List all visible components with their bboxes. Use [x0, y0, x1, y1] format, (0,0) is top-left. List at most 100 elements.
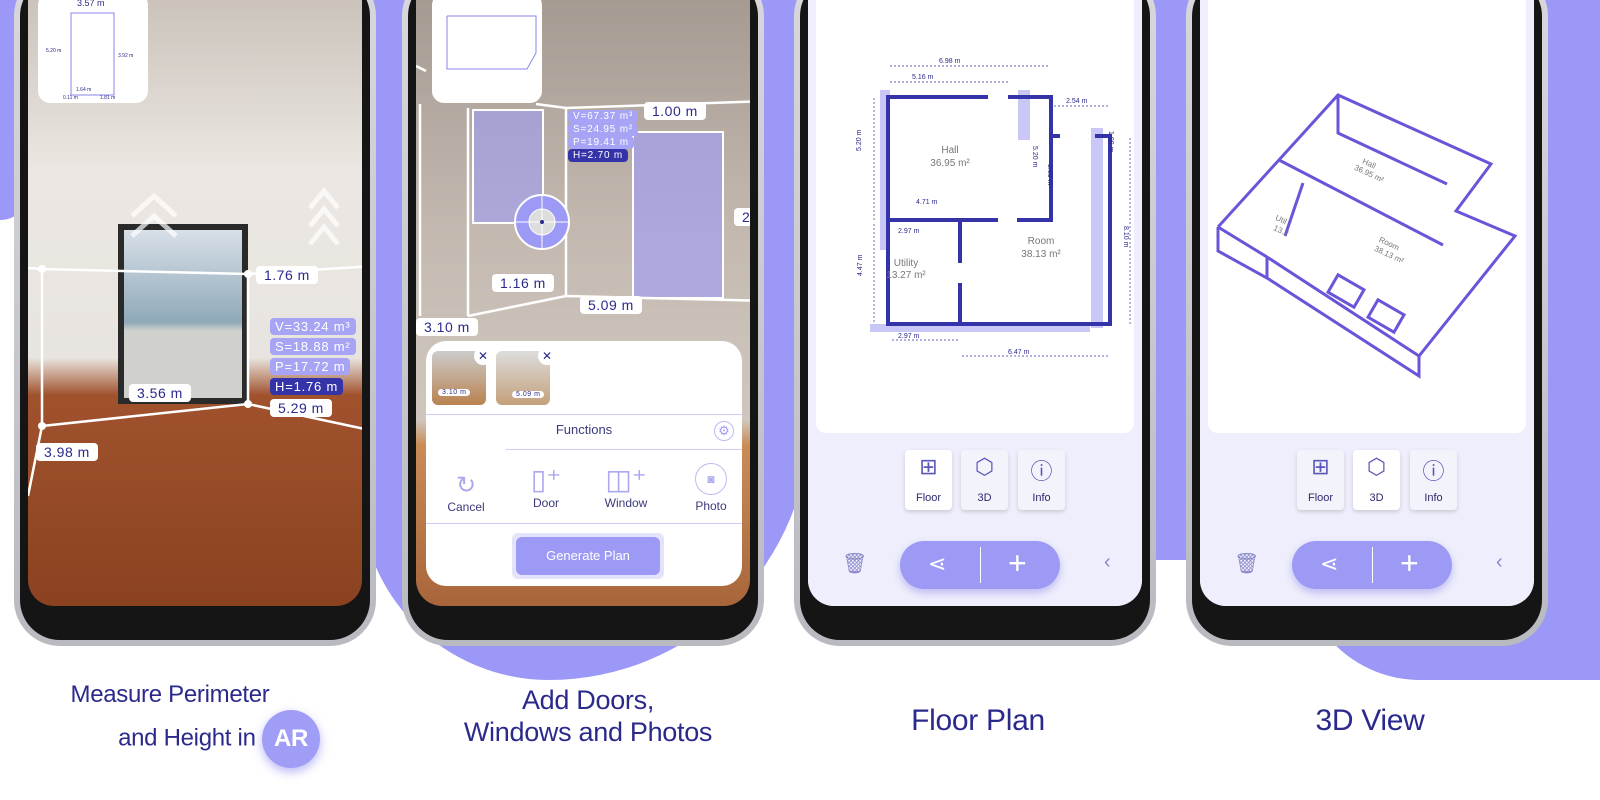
ar-camera-view: V=67.37 m³ S=24.95 m² P=19.41 m H=2.70 m…	[416, 0, 750, 606]
cube-3d-icon: ⬡	[1366, 454, 1387, 479]
action-pill: ⋖ +	[900, 541, 1060, 589]
info-icon: ⓘ	[1030, 459, 1053, 484]
measure-label[interactable]: 3.56 m	[129, 384, 191, 402]
measure-label[interactable]: 5.29 m	[270, 399, 332, 417]
dim-label: 3.63 m	[1046, 164, 1053, 186]
floor-plan-icon: ⊞	[919, 454, 938, 479]
photo-thumbnail[interactable]: 3.10 m ✕	[432, 347, 492, 405]
phone-3d-view: Hall 36.95 m² Room 38.13 m² Util 13.2 ⊞ Floo…	[1186, 0, 1548, 646]
back-chevron-icon[interactable]: ‹	[1104, 551, 1111, 574]
dim-label: 1.99 m	[1107, 131, 1114, 153]
action-pill: ⋖ +	[1292, 541, 1452, 589]
camera-icon: ◙	[695, 463, 727, 495]
photo-thumbnail[interactable]: 5.09 m ✕	[496, 347, 556, 405]
measure-label[interactable]: 1.00 m	[644, 102, 706, 120]
dim-label: 4.71 m	[916, 199, 938, 206]
add-icon[interactable]: +	[1008, 545, 1027, 582]
3d-view-screen: Hall 36.95 m² Room 38.13 m² Util 13.2 ⊞ Floo…	[1200, 0, 1534, 606]
add-door-button[interactable]: ▯⁺ Door	[511, 463, 581, 510]
dim-label: 4.47 m	[857, 254, 864, 276]
dim-label: 6.98 m	[939, 58, 961, 65]
dim-label: 1.81 m	[100, 95, 116, 101]
dim-label: 1.64 m	[76, 87, 92, 93]
3d-model-drawing: Hall36.95 m² Room38.13 m² Util13.2	[1216, 93, 1518, 379]
tab-floor[interactable]: ⊞ Floor	[1297, 450, 1344, 510]
floor-plan-drawing: 6.98 m 5.16 m 2.54 m 5.20 m 5.20 m 3.63 m…	[856, 58, 1131, 357]
dim-label: 3.57 m	[76, 0, 106, 8]
floor-plan-canvas: 6.98 m 5.16 m 2.54 m 5.20 m 5.20 m 3.63 m…	[816, 0, 1134, 433]
room-name: Room	[1028, 236, 1055, 247]
volume-stat: V=33.24 m³	[270, 318, 356, 335]
caption-3d-view: 3D View	[1315, 704, 1425, 737]
window-plus-icon: ◫⁺	[605, 464, 647, 495]
door-plus-icon: ▯⁺	[530, 464, 562, 495]
dim-label: 8.10 m	[1122, 226, 1129, 248]
move-up-arrows-icon	[130, 187, 340, 246]
3d-view-canvas: Hall 36.95 m² Room 38.13 m² Util 13.2	[1208, 0, 1526, 433]
dim-label: 5.20 m	[46, 48, 62, 54]
functions-panel: 3.10 m ✕ 5.09 m ✕ Functions ⚙ ↻ Cancel ▯⁺ Do…	[426, 341, 742, 586]
measure-label[interactable]: 3.10 m	[416, 318, 478, 336]
share-icon[interactable]: ⋖	[928, 551, 946, 577]
back-chevron-icon[interactable]: ‹	[1496, 551, 1503, 574]
measure-label[interactable]: 1.16 m	[492, 274, 554, 292]
ar-badge: AR	[262, 710, 320, 768]
bottom-toolbar: ⊞ Floor ⬡ 3D ⓘ Info 🗑 ⋖ + ‹	[808, 433, 1142, 606]
dim-label: 3.92 m	[118, 53, 134, 59]
settings-gear-icon[interactable]: ⚙	[714, 421, 734, 441]
functions-title: Functions	[555, 422, 613, 437]
thumb-label: 5.09 m	[512, 391, 545, 398]
dim-label: 6.47 m	[1008, 349, 1030, 356]
dim-label: 5.20 m	[856, 129, 863, 151]
crosshair-icon	[514, 194, 570, 250]
measure-label[interactable]: 5.09 m	[580, 296, 642, 314]
dim-label: 0.11 m	[63, 95, 78, 101]
close-icon[interactable]: ✕	[538, 347, 556, 365]
area-stat: S=24.95 m²	[568, 123, 638, 136]
caption-floor-plan: Floor Plan	[911, 704, 1045, 737]
dim-label: 5.20 m	[1031, 146, 1038, 168]
generate-plan-button[interactable]: Generate Plan	[512, 533, 664, 579]
cube-3d-icon: ⬡	[974, 454, 995, 479]
photo-button[interactable]: ◙ Photo	[676, 463, 746, 513]
minimap: 3.57 m 5.20 m 3.92 m 1.64 m 0.11 m 1.81 …	[38, 0, 148, 103]
tab-info[interactable]: ⓘ Info	[1018, 450, 1065, 510]
room-area: 36.95 m²	[930, 158, 970, 169]
measure-label[interactable]: 2.75	[734, 208, 750, 226]
measure-label[interactable]: 1.76 m	[256, 266, 318, 284]
perimeter-stat: P=19.41 m	[568, 136, 634, 149]
volume-stat: V=67.37 m³	[568, 110, 638, 123]
area-stat: S=18.88 m²	[270, 338, 356, 355]
room-area: 38.13 m²	[1021, 249, 1061, 260]
minimap	[432, 0, 542, 103]
dim-label: 5.16 m	[912, 74, 934, 81]
add-icon[interactable]: +	[1400, 545, 1419, 582]
info-icon: ⓘ	[1422, 459, 1445, 484]
caption-ar: Measure Perimeter and Height in AR	[40, 680, 320, 768]
phone-ar-measure: 3.57 m 5.20 m 3.92 m 1.64 m 0.11 m 1.81 …	[14, 0, 376, 646]
tab-floor[interactable]: ⊞ Floor	[905, 450, 952, 510]
tab-info[interactable]: ⓘ Info	[1410, 450, 1457, 510]
dim-label: 2.97 m	[898, 228, 920, 235]
dim-label: 2.54 m	[1066, 98, 1088, 105]
caption-add-objects: Add Doors, Windows and Photos	[463, 685, 713, 747]
room-name: Hall	[941, 145, 958, 156]
close-icon[interactable]: ✕	[474, 347, 492, 365]
thumb-label: 3.10 m	[438, 389, 471, 396]
height-stat: H=2.70 m	[568, 149, 629, 162]
measure-label[interactable]: 3.98 m	[36, 443, 98, 461]
tab-3d[interactable]: ⬡ 3D	[961, 450, 1008, 510]
trash-icon[interactable]: 🗑	[1234, 551, 1259, 576]
phone-add-objects: V=67.37 m³ S=24.95 m² P=19.41 m H=2.70 m…	[402, 0, 764, 646]
perimeter-stat: P=17.72 m	[270, 358, 351, 375]
dim-label: 2.97 m	[898, 333, 920, 340]
floor-plan-screen: 6.98 m 5.16 m 2.54 m 5.20 m 5.20 m 3.63 m…	[808, 0, 1142, 606]
room-name: Utility	[894, 258, 918, 269]
cancel-button[interactable]: ↻ Cancel	[431, 471, 501, 514]
trash-icon[interactable]: 🗑	[842, 551, 867, 576]
bottom-toolbar: ⊞ Floor ⬡ 3D ⓘ Info 🗑 ⋖ + ‹	[1200, 433, 1534, 606]
ar-camera-view: 3.57 m 5.20 m 3.92 m 1.64 m 0.11 m 1.81 …	[28, 0, 362, 606]
tab-3d[interactable]: ⬡ 3D	[1353, 450, 1400, 510]
share-icon[interactable]: ⋖	[1320, 551, 1338, 577]
add-window-button[interactable]: ◫⁺ Window	[591, 463, 661, 510]
